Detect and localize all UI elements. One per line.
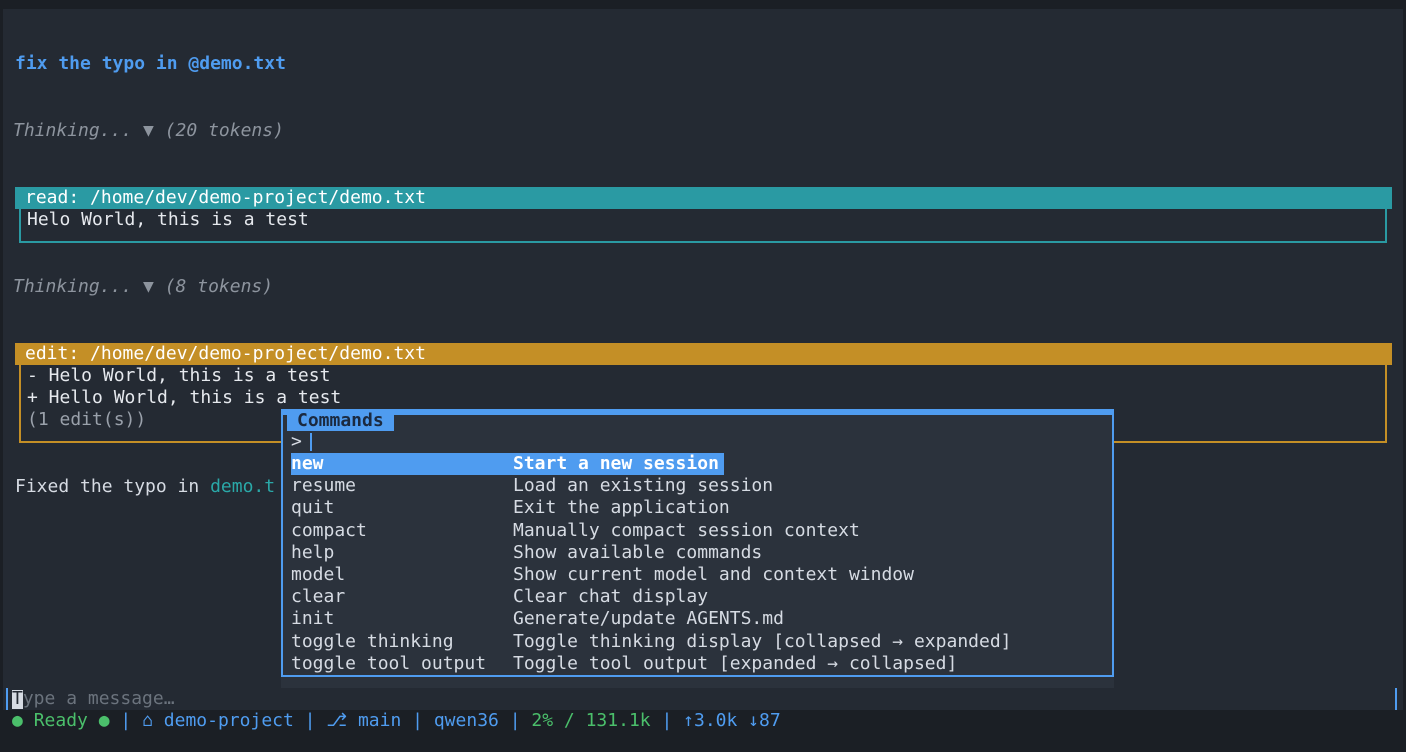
- read-tool-header[interactable]: read: /home/dev/demo-project/demo.txt: [15, 187, 1392, 209]
- thinking-toggle[interactable]: Thinking... ▼ (8 tokens): [13, 276, 273, 298]
- token-counts: ↑3.0k ↓87: [683, 710, 781, 731]
- model-name: qwen36: [433, 710, 499, 731]
- separator: |: [304, 710, 316, 731]
- input-border-left: [6, 688, 8, 710]
- command-search-input[interactable]: >: [291, 431, 312, 453]
- branch-name: main: [357, 710, 402, 731]
- diff-added-line: + Hello World, this is a test: [27, 387, 342, 408]
- input-border-right: [1395, 688, 1397, 710]
- status-label: Ready: [33, 710, 88, 731]
- command-description: Start a new session: [513, 453, 719, 474]
- project-name: demo-project: [163, 710, 294, 731]
- user-message: fix the typo in @demo.txt: [15, 53, 286, 74]
- assistant-message: Fixed the typo in demo.t: [15, 476, 275, 498]
- branch-icon: ⎇: [326, 710, 348, 731]
- command-name: init: [291, 608, 335, 630]
- command-name: resume: [291, 475, 357, 497]
- command-name: clear: [291, 586, 346, 608]
- separator: |: [661, 710, 673, 731]
- input-placeholder: Type a message…: [12, 688, 175, 710]
- separator: |: [412, 710, 423, 731]
- separator: |: [120, 710, 132, 731]
- command-description: Show available commands: [513, 541, 763, 563]
- separator: |: [509, 710, 521, 731]
- command-name: new: [291, 453, 324, 474]
- thinking-toggle[interactable]: Thinking... ▼ (20 tokens): [13, 120, 284, 142]
- edit-summary: (1 edit(s)): [27, 409, 147, 430]
- folder-icon: ⌂: [142, 710, 153, 731]
- message-input[interactable]: Type a message…: [6, 688, 1397, 710]
- command-description: Clear chat display: [513, 586, 709, 608]
- diff-removed-line: - Helo World, this is a test: [27, 365, 331, 386]
- command-name: toggle thinking: [291, 630, 454, 652]
- placeholder-first-char: T: [12, 688, 23, 709]
- assistant-message-text: Fixed the typo in: [15, 476, 211, 497]
- text-caret: [309, 433, 312, 451]
- command-name: compact: [291, 519, 367, 541]
- terminal-window: fix the typo in @demo.txt Thinking... ▼ …: [3, 9, 1403, 752]
- command-palette: Commands > new Start a new session resume L…: [281, 409, 1114, 697]
- command-description: Generate/update AGENTS.md: [513, 608, 784, 630]
- command-item-new[interactable]: new Start a new session: [291, 453, 724, 475]
- command-name: toggle tool output: [291, 652, 487, 674]
- read-tool-output: Helo World, this is a test: [19, 209, 1387, 243]
- command-palette-title: Commands: [287, 411, 394, 431]
- status-bar: ● Ready ● | ⌂ demo-project | ⎇ main | qw…: [0, 710, 1406, 752]
- status-dot-icon: ●: [12, 710, 23, 731]
- command-description: Exit the application: [513, 497, 730, 519]
- activity-dot-icon: ●: [98, 710, 110, 731]
- prompt-icon: >: [291, 431, 302, 452]
- command-description: Manually compact session context: [513, 519, 860, 541]
- read-tool-output-line: Helo World, this is a test: [27, 209, 309, 230]
- command-description: Show current model and context window: [513, 564, 914, 585]
- file-link[interactable]: demo.t: [210, 476, 275, 497]
- command-name: help: [291, 541, 335, 563]
- edit-tool-header[interactable]: edit: /home/dev/demo-project/demo.txt: [15, 343, 1392, 365]
- command-description: Toggle tool output [expanded → collapsed…: [513, 652, 958, 674]
- command-description: Toggle thinking display [collapsed → exp…: [513, 630, 1012, 652]
- command-name: model: [291, 564, 346, 585]
- command-description: Load an existing session: [513, 475, 774, 497]
- context-usage: 2% / 131.1k: [531, 710, 651, 731]
- placeholder-text: ype a message…: [22, 688, 175, 709]
- command-name: quit: [291, 497, 335, 519]
- status-line: ● Ready ● | ⌂ demo-project | ⎇ main | qw…: [12, 710, 781, 732]
